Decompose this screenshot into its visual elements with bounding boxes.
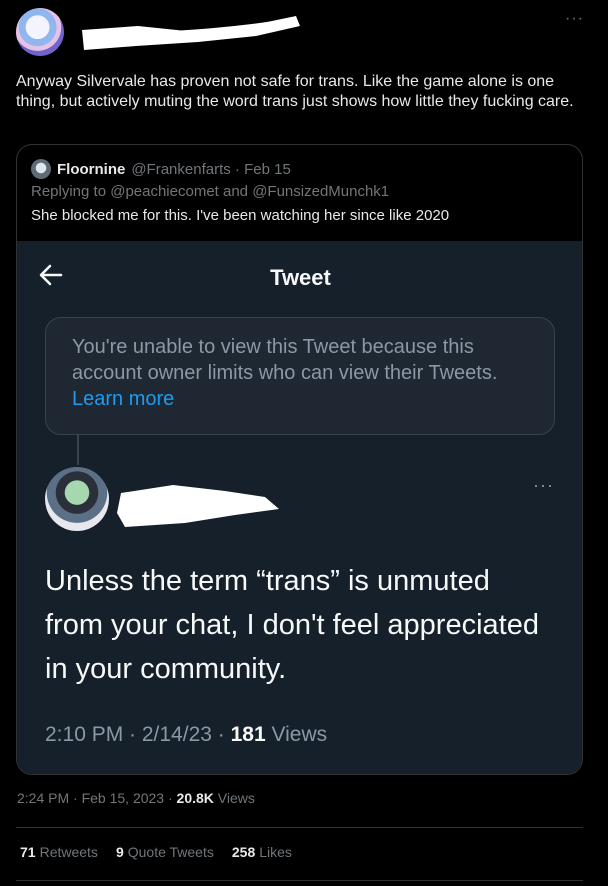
restricted-notice-text: You're unable to view this Tweet because… <box>72 336 498 384</box>
quoted-tweet[interactable]: Floornine @Frankenfarts · Feb 15 Replyin… <box>16 144 583 775</box>
quoted-tweet-text: She blocked me for this. I've been watch… <box>31 207 450 224</box>
quoted-author-name[interactable]: Floornine <box>57 161 125 178</box>
views-count: 20.8K <box>176 790 214 806</box>
more-options-icon[interactable]: ··· <box>565 10 584 28</box>
likes-label: Likes <box>259 844 292 860</box>
quoted-author-avatar[interactable] <box>31 159 51 179</box>
likes-stat[interactable]: 258 Likes <box>232 844 292 860</box>
author-avatar[interactable] <box>16 8 64 56</box>
tweet-header: ··· <box>16 8 592 60</box>
screenshot-views-label: Views <box>265 723 328 746</box>
redacted-name-scribble <box>117 485 279 527</box>
restricted-notice: You're unable to view this Tweet because… <box>45 317 555 435</box>
views-label: Views <box>213 790 255 806</box>
learn-more-link: Learn more <box>72 388 175 410</box>
quote-tweets-count: 9 <box>115 844 124 860</box>
screenshot-tweet-text: Unless the term “trans” is unmuted from … <box>45 565 539 685</box>
attached-screenshot[interactable]: Tweet You're unable to view this Tweet b… <box>17 241 582 774</box>
screenshot-tweet-meta: 2:10 PM · 2/14/23 · 181 Views <box>45 723 327 747</box>
timestamp[interactable]: 2:24 PM · Feb 15, 2023 · <box>17 790 177 806</box>
thread-line <box>77 435 79 465</box>
retweets-count: 71 <box>20 844 36 860</box>
tweet-meta: 2:24 PM · Feb 15, 2023 · 20.8K Views <box>17 790 255 806</box>
divider <box>16 827 583 828</box>
divider <box>16 880 583 881</box>
quoted-tweet-header: Floornine @Frankenfarts · Feb 15 <box>31 159 291 179</box>
screenshot-timestamp: 2:10 PM · 2/14/23 · <box>45 723 231 746</box>
tweet-text: Anyway Silvervale has proven not safe fo… <box>16 73 574 110</box>
tweet-stats: 71 Retweets 9 Quote Tweets 258 Likes <box>20 844 292 860</box>
replying-to: Replying to @peachiecomet and @FunsizedM… <box>31 183 390 200</box>
likes-count: 258 <box>231 844 256 860</box>
quote-tweets-stat[interactable]: 9 Quote Tweets <box>116 844 214 860</box>
screenshot-views-count: 181 <box>230 723 266 746</box>
retweets-stat[interactable]: 71 Retweets <box>20 844 98 860</box>
screenshot-title: Tweet <box>270 265 331 290</box>
screenshot-more-icon: ··· <box>533 475 554 495</box>
redacted-name-scribble <box>82 16 300 50</box>
screenshot-author-avatar <box>45 467 109 531</box>
quoted-author-handle-date: @Frankenfarts · Feb 15 <box>131 160 291 178</box>
retweets-label: Retweets <box>39 844 98 860</box>
quote-tweets-label: Quote Tweets <box>127 844 214 860</box>
